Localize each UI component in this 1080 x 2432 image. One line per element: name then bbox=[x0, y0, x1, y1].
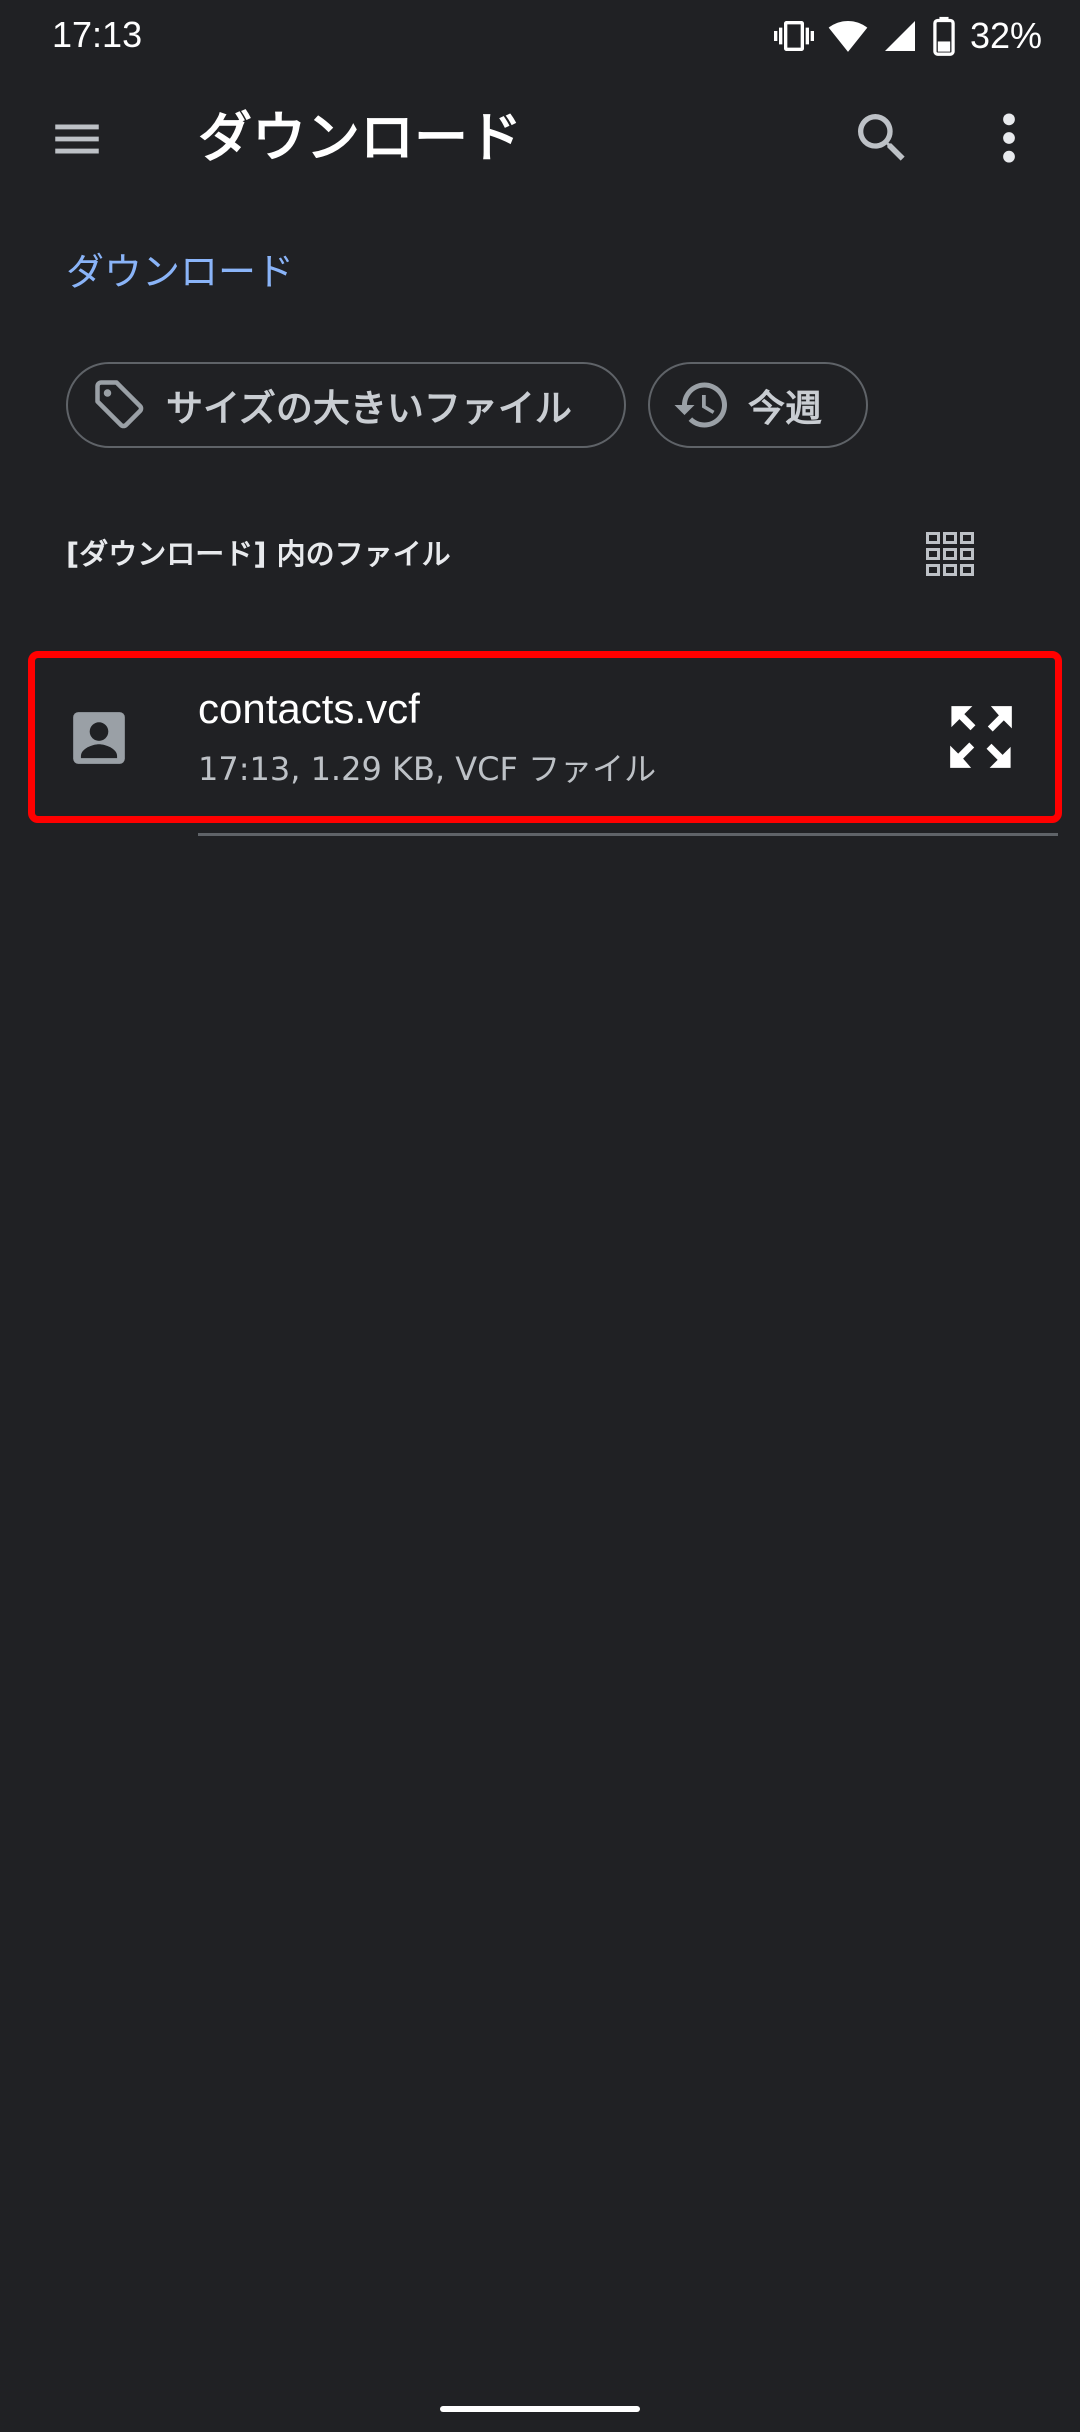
file-name: contacts.vcf bbox=[198, 685, 420, 732]
home-indicator[interactable] bbox=[440, 2406, 640, 2412]
filter-chip-large-files[interactable]: サイズの大きいファイル bbox=[66, 362, 626, 448]
file-meta: 17:13, 1.29 KB, VCF ファイル bbox=[198, 750, 657, 788]
battery-percent: 32% bbox=[969, 15, 1042, 56]
page-title: ダウンロード bbox=[198, 106, 522, 169]
filter-chip-label: 今週 bbox=[748, 387, 822, 430]
cell-signal-icon bbox=[884, 21, 915, 51]
label-tag-icon bbox=[95, 380, 144, 429]
status-icons: 32% bbox=[773, 14, 1042, 58]
section-header: [ダウンロード] 内のファイル bbox=[66, 537, 451, 571]
history-icon bbox=[674, 382, 727, 428]
more-vert-icon[interactable] bbox=[985, 106, 1033, 170]
list-divider bbox=[198, 833, 1058, 836]
grid-view-icon[interactable] bbox=[924, 530, 976, 578]
battery-icon bbox=[933, 16, 955, 56]
contact-card-icon bbox=[73, 712, 125, 764]
file-list-item[interactable] bbox=[28, 651, 1062, 823]
vibrate-icon bbox=[773, 21, 814, 51]
expand-icon[interactable] bbox=[944, 700, 1018, 774]
status-time: 17:13 bbox=[52, 14, 143, 55]
search-icon[interactable] bbox=[850, 106, 914, 170]
breadcrumb[interactable]: ダウンロード bbox=[66, 246, 294, 298]
menu-icon[interactable] bbox=[48, 110, 106, 168]
filter-chip-label: サイズの大きいファイル bbox=[166, 387, 572, 430]
filter-chip-this-week[interactable]: 今週 bbox=[648, 362, 868, 448]
wifi-icon bbox=[828, 21, 868, 52]
